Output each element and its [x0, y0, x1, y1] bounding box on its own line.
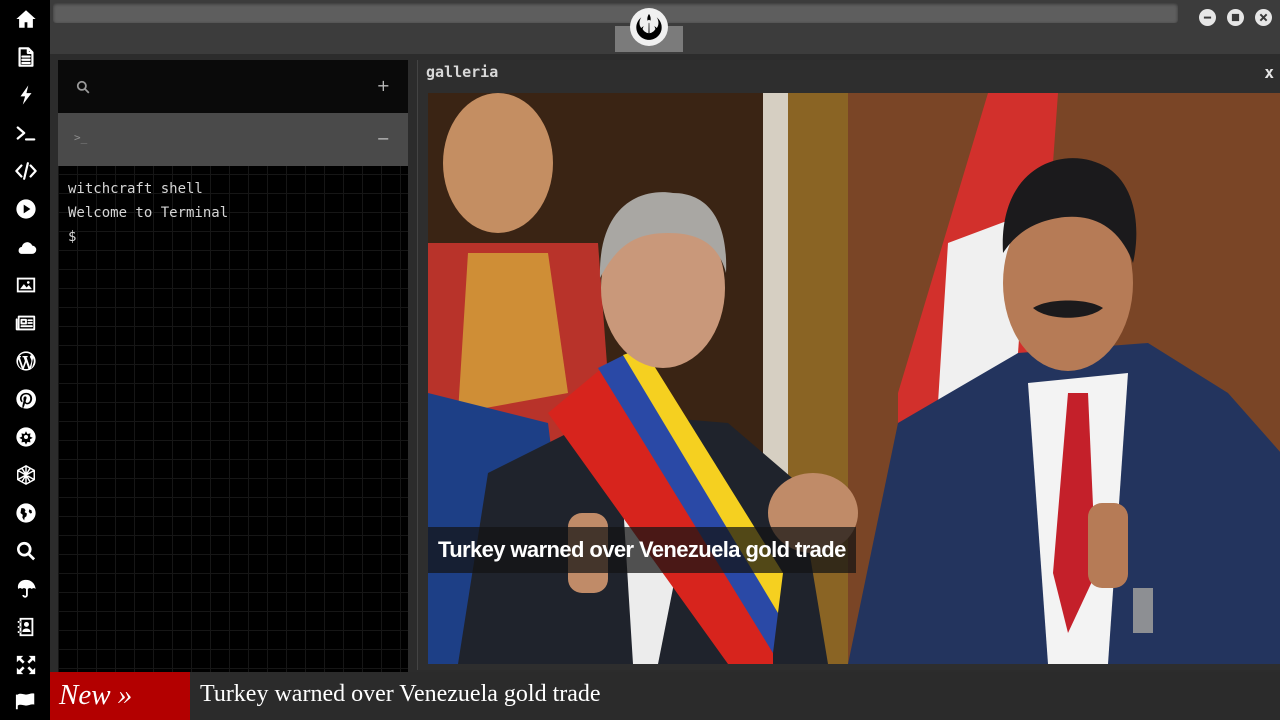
terminal-prompt: $: [68, 229, 77, 245]
top-bar: [50, 0, 1280, 54]
ticker-new-badge: New »: [50, 672, 190, 720]
terminal-output[interactable]: witchcraft shell Welcome to Terminal $: [68, 177, 228, 249]
document-icon[interactable]: [11, 42, 41, 72]
flag-icon[interactable]: [11, 686, 41, 716]
collapse-tab-button[interactable]: −: [377, 129, 390, 148]
ticker-headline[interactable]: Turkey warned over Venezuela gold trade: [200, 672, 601, 716]
terminal-line: witchcraft shell: [68, 181, 203, 197]
newspaper-icon[interactable]: [11, 308, 41, 338]
contact-book-icon[interactable]: [11, 612, 41, 642]
play-icon[interactable]: [11, 194, 41, 224]
bolt-icon[interactable]: [11, 80, 41, 110]
add-tab-button[interactable]: +: [377, 76, 390, 95]
umbrella-icon[interactable]: [11, 574, 41, 604]
wordpress-icon[interactable]: [11, 346, 41, 376]
terminal-tab[interactable]: >_ −: [58, 113, 408, 166]
address-bar[interactable]: [53, 3, 1178, 23]
minimize-button[interactable]: [1199, 9, 1216, 26]
gallery-panel: galleria x Turkey warned over Venezuela …: [417, 60, 1280, 670]
gallery-title: galleria: [426, 63, 499, 81]
search-icon[interactable]: [11, 536, 41, 566]
news-ticker: New » Turkey warned over Venezuela gold …: [50, 672, 1280, 720]
terminal-search-bar[interactable]: +: [58, 60, 408, 113]
close-button[interactable]: [1255, 9, 1272, 26]
network-icon[interactable]: [11, 422, 41, 452]
image-icon[interactable]: [11, 270, 41, 300]
geometry-icon[interactable]: [11, 460, 41, 490]
close-icon: [1259, 13, 1268, 22]
terminal-panel: + >_ − witchcraft shell Welcome to Termi…: [58, 60, 408, 672]
globe-icon[interactable]: [11, 498, 41, 528]
search-icon[interactable]: [76, 80, 90, 94]
terminal-icon[interactable]: [11, 118, 41, 148]
terminal-prompt-icon: >_: [74, 131, 88, 144]
gallery-photo[interactable]: [428, 93, 1280, 664]
rebel-alliance-logo-icon[interactable]: [630, 8, 668, 46]
move-icon[interactable]: [11, 650, 41, 680]
gallery-close-button[interactable]: x: [1264, 63, 1274, 82]
home-icon[interactable]: [11, 4, 41, 34]
gallery-caption: Turkey warned over Venezuela gold trade: [428, 527, 856, 573]
terminal-line: Welcome to Terminal: [68, 205, 229, 221]
cloud-icon[interactable]: [11, 232, 41, 262]
maximize-button[interactable]: [1227, 9, 1244, 26]
code-icon[interactable]: [11, 156, 41, 186]
news-photo: [428, 93, 1280, 664]
pinterest-icon[interactable]: [11, 384, 41, 414]
sidebar-nav: [0, 0, 50, 720]
minimize-icon: [1203, 16, 1212, 19]
maximize-icon: [1231, 13, 1240, 22]
